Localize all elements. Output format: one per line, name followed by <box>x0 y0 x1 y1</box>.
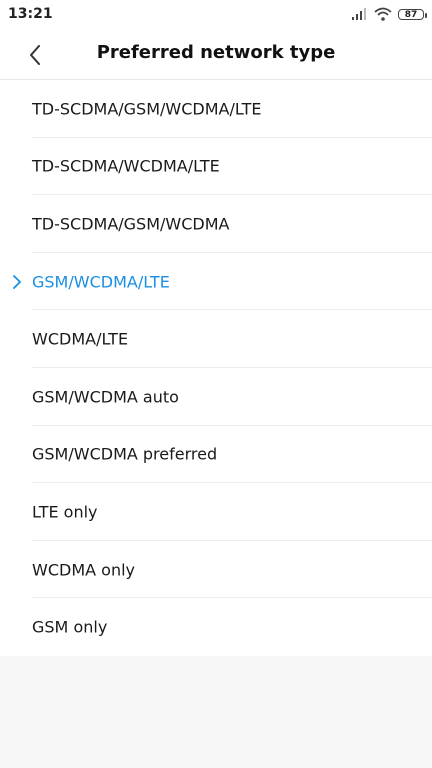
list-item-label: TD-SCDMA/WCDMA/LTE <box>32 156 220 176</box>
list-item-label: WCDMA only <box>32 560 135 580</box>
list-item[interactable]: TD-SCDMA/WCDMA/LTE <box>0 138 432 196</box>
signal-bars-icon <box>352 8 366 20</box>
page-title: Preferred network type <box>96 42 336 63</box>
list-item-label: LTE only <box>32 502 98 522</box>
list-item[interactable]: WCDMA/LTE <box>0 310 432 368</box>
list-item-label: GSM only <box>32 617 108 637</box>
list-item-label: WCDMA/LTE <box>32 329 129 349</box>
list-item-label: GSM/WCDMA preferred <box>32 444 218 464</box>
list-item[interactable]: TD-SCDMA/GSM/WCDMA/LTE <box>0 80 432 138</box>
app-bar: Preferred network type <box>0 28 432 80</box>
list-item[interactable]: TD-SCDMA/GSM/WCDMA <box>0 195 432 253</box>
status-icons: 87 <box>352 7 427 21</box>
list-item-label: GSM/WCDMA auto <box>32 387 179 407</box>
wifi-icon <box>374 7 392 21</box>
list-item-label: GSM/WCDMA/LTE <box>32 272 170 292</box>
list-item[interactable]: GSM/WCDMA auto <box>0 368 432 426</box>
list-item[interactable]: GSM/WCDMA preferred <box>0 426 432 484</box>
status-time: 13:21 <box>8 6 53 22</box>
list-item[interactable]: GSM/WCDMA/LTE <box>0 253 432 311</box>
list-item[interactable]: LTE only <box>0 483 432 541</box>
battery-icon: 87 <box>398 8 427 20</box>
chevron-right-icon <box>13 274 22 289</box>
list-item[interactable]: GSM only <box>0 598 432 656</box>
status-bar: 13:21 87 <box>0 0 432 28</box>
list-item-label: TD-SCDMA/GSM/WCDMA <box>32 214 230 234</box>
network-type-list: TD-SCDMA/GSM/WCDMA/LTE TD-SCDMA/WCDMA/LT… <box>0 80 432 656</box>
list-item[interactable]: WCDMA only <box>0 541 432 599</box>
list-item-label: TD-SCDMA/GSM/WCDMA/LTE <box>32 99 262 119</box>
